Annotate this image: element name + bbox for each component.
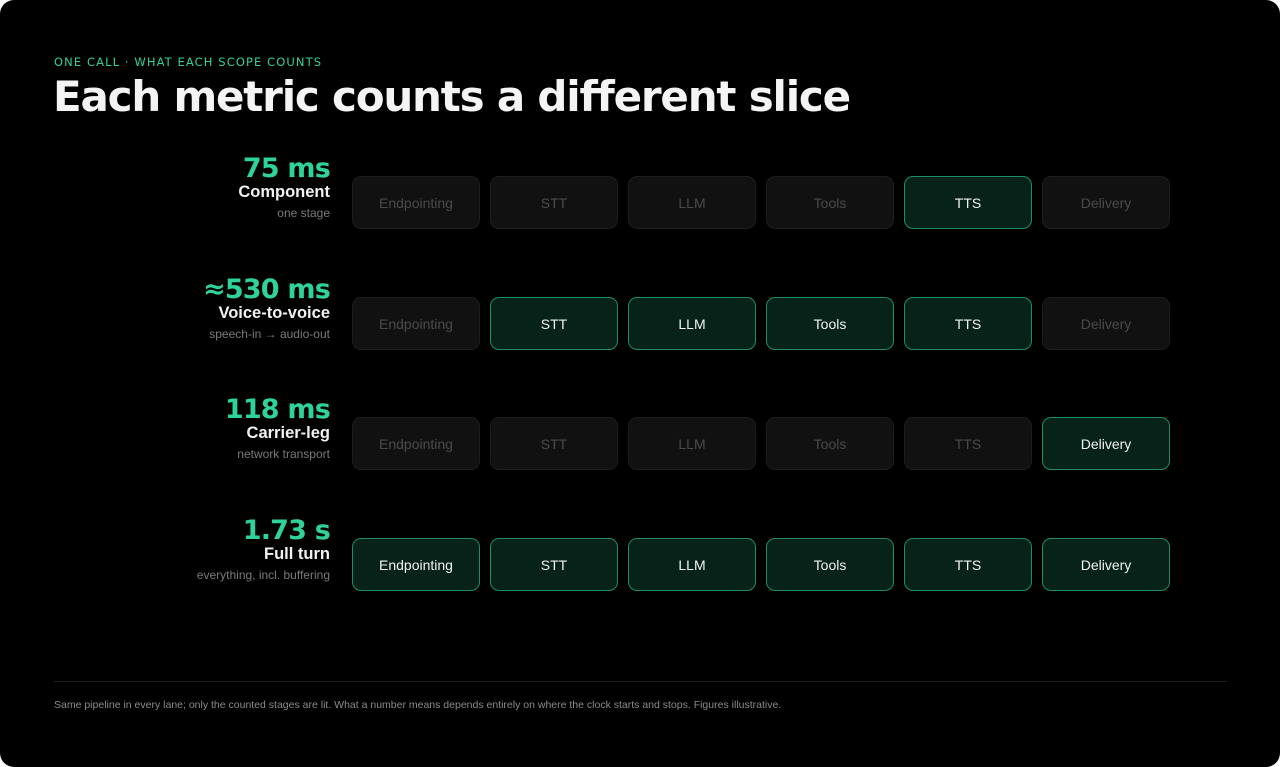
metric-value: 75 ms [242,153,331,184]
stage-delivery-unlit: Delivery [1042,297,1170,350]
metric-value: 1.73 s [242,515,331,546]
stage-endpointing-unlit: Endpointing [352,297,480,350]
stage-stt-lit: STT [490,538,618,591]
metric-name: Component [238,183,330,201]
lane: 1.73 s Full turn everything, incl. bufferi… [0,515,1280,595]
stage-tts-lit: TTS [904,538,1032,591]
lane: 75 ms Component one stage Endpointing STT LLM… [0,153,1280,233]
lane: ≈530 ms Voice-to-voice speech-in → audio-o… [0,274,1280,354]
stage-tts-unlit: TTS [904,417,1032,470]
stage-tts-lit: TTS [904,297,1032,350]
metric-description: everything, incl. buffering [196,568,330,582]
eyebrow-label: ONE CALL · WHAT EACH SCOPE COUNTS [54,55,323,69]
stage-delivery-unlit: Delivery [1042,176,1170,229]
stage-endpointing-unlit: Endpointing [352,417,480,470]
stage-llm-lit: LLM [628,538,756,591]
stage-tts-lit: TTS [904,176,1032,229]
diagram-frame: ONE CALL · WHAT EACH SCOPE COUNTS Each m… [0,0,1280,767]
page-title: Each metric counts a different slice [53,72,851,121]
stage-llm-lit: LLM [628,297,756,350]
stage-delivery-lit: Delivery [1042,417,1170,470]
metric-name: Full turn [264,545,330,563]
metric-description: one stage [277,206,330,220]
stage-tools-lit: Tools [766,297,894,350]
stage-tools-unlit: Tools [766,417,894,470]
stage-stt-unlit: STT [490,417,618,470]
stage-stt-lit: STT [490,297,618,350]
stage-delivery-lit: Delivery [1042,538,1170,591]
lane-label: ≈530 ms Voice-to-voice speech-in → audio-o… [70,274,331,342]
stage-llm-unlit: LLM [628,176,756,229]
metric-name: Carrier-leg [246,424,330,442]
footer-divider [54,681,1227,682]
stage-tools-lit: Tools [766,538,894,591]
lane-label: 75 ms Component one stage [70,153,330,221]
stage-endpointing-lit: Endpointing [352,538,480,591]
lane-label: 118 ms Carrier-leg network transport [70,394,331,462]
metric-value: ≈530 ms [203,274,331,305]
lane: 118 ms Carrier-leg network transport Endpoi… [0,394,1280,474]
lane-label: 1.73 s Full turn everything, incl. bufferi… [70,515,331,583]
metric-description: network transport [237,447,330,461]
stage-stt-unlit: STT [490,176,618,229]
footnote: Same pipeline in every lane; only the co… [54,699,782,711]
metric-name: Voice-to-voice [218,304,330,322]
stage-tools-unlit: Tools [766,176,894,229]
metric-value: 118 ms [224,394,331,425]
stage-llm-unlit: LLM [628,417,756,470]
stage-endpointing-unlit: Endpointing [352,176,480,229]
metric-description: speech-in → audio-out [209,327,330,341]
